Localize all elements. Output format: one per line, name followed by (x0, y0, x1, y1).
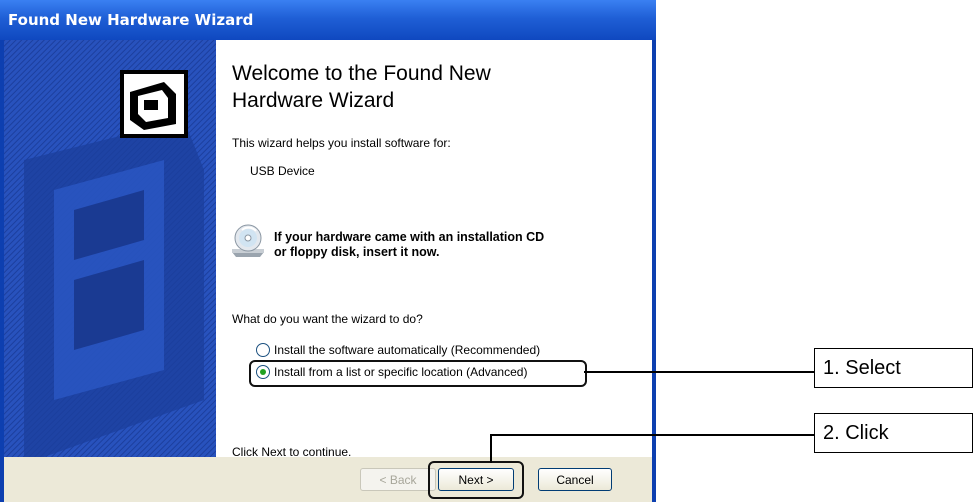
wizard-window: Found New Hardware Wizard Welcome to the… (0, 0, 656, 502)
radio-automatic[interactable] (256, 343, 270, 357)
next-highlight-outline (428, 461, 524, 499)
page-title: Welcome to the Found New Hardware Wizard (232, 60, 491, 114)
callout1-leader (584, 371, 814, 373)
callout-click: 2. Click (814, 413, 973, 453)
button-bar: < Back Next > Cancel (4, 457, 652, 502)
device-name: USB Device (250, 164, 315, 178)
back-button[interactable]: < Back (360, 468, 436, 491)
wizard-side-panel (4, 40, 216, 457)
question-text: What do you want the wizard to do? (232, 312, 423, 326)
cd-icon (232, 224, 264, 257)
option-automatic[interactable]: Install the software automatically (Reco… (256, 343, 540, 357)
intro-text: This wizard helps you install software f… (232, 136, 451, 150)
page-title-line1: Welcome to the Found New (232, 62, 491, 85)
cd-instruction-line2: or floppy disk, insert it now. (274, 245, 440, 259)
callout2-leader-vertical (490, 434, 492, 463)
cd-instruction-line1: If your hardware came with an installati… (274, 230, 545, 244)
select-highlight-outline (249, 360, 587, 387)
hardware-icon (120, 70, 188, 138)
window-title: Found New Hardware Wizard (8, 11, 254, 29)
callout2-leader-horizontal (490, 434, 814, 436)
page-title-line2: Hardware Wizard (232, 89, 395, 112)
wizard-content: Welcome to the Found New Hardware Wizard… (216, 40, 652, 459)
callout-select: 1. Select (814, 348, 973, 388)
option-automatic-label: Install the software automatically (Reco… (274, 343, 541, 357)
cancel-button[interactable]: Cancel (538, 468, 612, 491)
title-bar[interactable]: Found New Hardware Wizard (0, 0, 656, 40)
hardware-graphic (4, 40, 216, 457)
cd-instruction: If your hardware came with an installati… (274, 230, 544, 260)
